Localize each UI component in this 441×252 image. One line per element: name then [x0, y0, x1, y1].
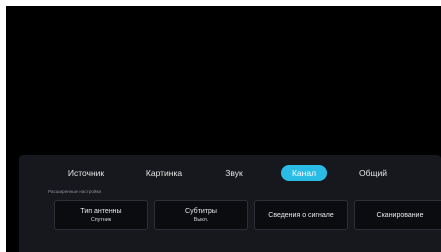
settings-panel: Источник Картинка Звук Канал Общий Расши… [19, 155, 441, 252]
subtitles-value: Выкл. [193, 217, 209, 223]
signal-info-tile[interactable]: Сведения о сигнале [254, 200, 348, 230]
scanning-title: Сканирование [376, 212, 424, 219]
antenna-type-title: Тип антенны [80, 208, 122, 215]
tab-picture[interactable]: Картинка [136, 165, 192, 181]
tab-sound[interactable]: Звук [214, 165, 254, 181]
tab-general[interactable]: Общий [349, 165, 397, 181]
tv-screen: Источник Картинка Звук Канал Общий Расши… [6, 6, 441, 252]
tab-source[interactable]: Источник [60, 165, 112, 181]
tab-channel[interactable]: Канал [281, 165, 327, 181]
signal-info-title: Сведения о сигнале [268, 212, 334, 219]
settings-tabs: Источник Картинка Звук Канал Общий [19, 165, 441, 187]
subtitles-title: Субтитры [185, 208, 217, 215]
antenna-type-value: Спутник [90, 217, 112, 223]
antenna-type-tile[interactable]: Тип антенны Спутник [54, 200, 148, 230]
subtitles-tile[interactable]: Субтитры Выкл. [154, 200, 248, 230]
scanning-tile[interactable]: Сканирование [354, 200, 441, 230]
section-label: Расширенные настройки [48, 189, 102, 194]
